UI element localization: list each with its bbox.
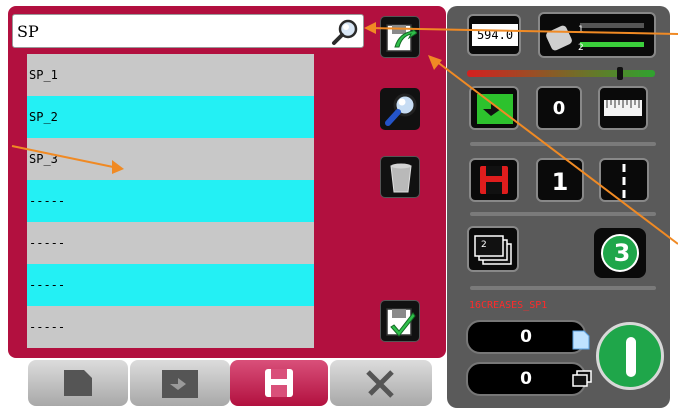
- annotation-arrows: [11, 22, 678, 245]
